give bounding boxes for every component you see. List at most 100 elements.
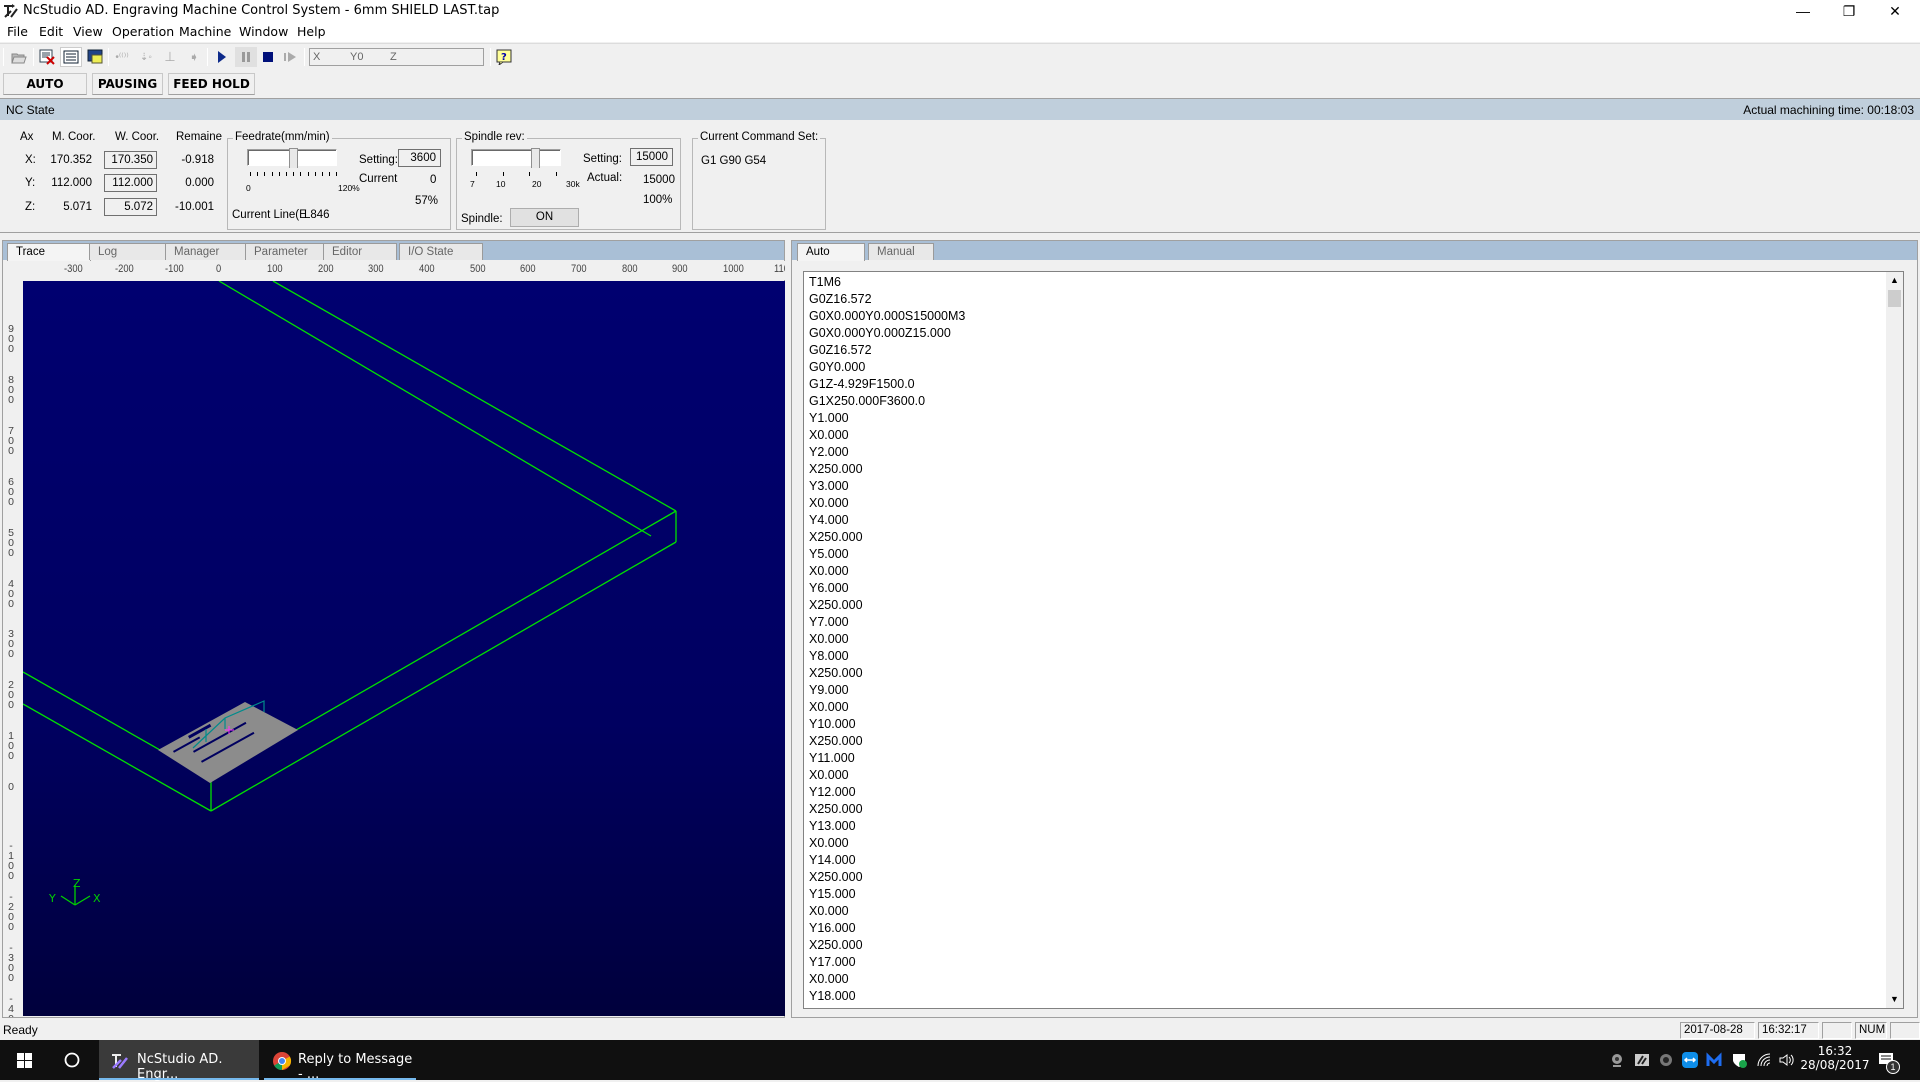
gcode-line[interactable]: Y16.000 (809, 920, 856, 937)
gcode-line[interactable]: G0Z16.572 (809, 291, 872, 308)
gcode-line[interactable]: X250.000 (809, 597, 863, 614)
teamviewer-icon[interactable] (1682, 1052, 1698, 1068)
tab-auto[interactable]: Auto (797, 243, 865, 261)
graphics-icon[interactable] (1634, 1052, 1650, 1068)
tab-log[interactable]: Log (89, 243, 169, 260)
gcode-list[interactable]: T1M6 G0Z16.572 G0X0.000Y0.000S15000M3 G0X0.… (803, 271, 1904, 1009)
breakpoint-resume-button[interactable]: ➧ (183, 47, 205, 67)
gcode-line[interactable]: X0.000 (809, 631, 849, 648)
menu-help[interactable]: Help (297, 24, 326, 39)
jog-button[interactable]: ⇣◦ (135, 47, 157, 67)
gcode-line[interactable]: Y12.000 (809, 784, 856, 801)
gcode-line[interactable]: X250.000 (809, 529, 863, 546)
start-button[interactable] (0, 1040, 48, 1080)
windows-defender-icon[interactable] (1731, 1052, 1747, 1068)
open-file-button[interactable] (8, 47, 30, 67)
tab-io-state[interactable]: I/O State (399, 243, 483, 260)
gcode-line[interactable]: Y4.000 (809, 512, 849, 529)
gcode-scrollbar[interactable]: ▲ ▼ (1886, 272, 1903, 1008)
restore-button[interactable]: ❐ (1826, 0, 1872, 22)
work-coord-y[interactable]: 112.000 (104, 174, 157, 192)
gcode-line[interactable]: X0.000 (809, 835, 849, 852)
view-list-button[interactable] (60, 47, 82, 67)
gcode-line[interactable]: Y14.000 (809, 852, 856, 869)
spindle-setting-input[interactable]: 15000 (630, 148, 673, 166)
speaker-device-icon[interactable] (1658, 1052, 1674, 1068)
spindle-slider-thumb[interactable] (531, 148, 540, 168)
gcode-line[interactable]: Y6.000 (809, 580, 849, 597)
gcode-line[interactable]: X250.000 (809, 869, 863, 886)
gcode-line[interactable]: X250.000 (809, 1005, 863, 1008)
feedrate-slider-thumb[interactable] (289, 148, 299, 168)
gcode-line[interactable]: G0Z16.572 (809, 342, 872, 359)
help-button[interactable]: ? (493, 47, 515, 67)
close-button[interactable]: ✕ (1872, 0, 1918, 22)
menu-edit[interactable]: Edit (39, 24, 63, 39)
gcode-line[interactable]: G1Z-4.929F1500.0 (809, 376, 915, 393)
gcode-line[interactable]: X250.000 (809, 665, 863, 682)
work-coord-z[interactable]: 5.072 (104, 198, 157, 216)
stop-button[interactable] (257, 47, 279, 67)
malwarebytes-icon[interactable] (1706, 1052, 1722, 1068)
gcode-line[interactable]: Y11.000 (809, 750, 855, 767)
gcode-line[interactable]: Y2.000 (809, 444, 849, 461)
gcode-line[interactable]: Y15.000 (809, 886, 856, 903)
volume-icon[interactable] (1778, 1052, 1794, 1068)
gcode-line[interactable]: X0.000 (809, 767, 849, 784)
gcode-line[interactable]: X250.000 (809, 937, 863, 954)
action-center-button[interactable]: 1 (1876, 1050, 1900, 1074)
gcode-line[interactable]: Y8.000 (809, 648, 849, 665)
start-button[interactable] (211, 47, 233, 67)
gcode-line[interactable]: Y7.000 (809, 614, 849, 631)
gcode-line[interactable]: G1X250.000F3600.0 (809, 393, 925, 410)
close-file-button[interactable] (36, 47, 58, 67)
scroll-down-arrow-icon[interactable]: ▼ (1886, 991, 1903, 1008)
tab-editor[interactable]: Editor (323, 243, 397, 260)
pause-button[interactable] (235, 47, 257, 67)
spindle-on-button[interactable]: ON (510, 208, 579, 227)
gcode-line[interactable]: X0.000 (809, 903, 849, 920)
scroll-up-arrow-icon[interactable]: ▲ (1886, 272, 1903, 289)
gcode-line[interactable]: Y17.000 (809, 954, 856, 971)
tab-trace[interactable]: Trace (7, 243, 91, 261)
gcode-line[interactable]: Y13.000 (809, 818, 856, 835)
gcode-line[interactable]: Y5.000 (809, 546, 849, 563)
gcode-line[interactable]: X0.000 (809, 427, 849, 444)
gcode-line[interactable]: X0.000 (809, 971, 849, 988)
gcode-line[interactable]: G0X0.000Y0.000S15000M3 (809, 308, 965, 325)
menu-operation[interactable]: Operation (112, 24, 174, 39)
gcode-line[interactable]: Y1.000 (809, 410, 849, 427)
advanced-start-button[interactable] (279, 47, 301, 67)
spindle-slider[interactable] (471, 149, 561, 166)
gcode-line[interactable]: G0Y0.000 (809, 359, 865, 376)
tab-parameter[interactable]: Parameter (245, 243, 329, 260)
menu-view[interactable]: View (73, 24, 103, 39)
work-coord-x[interactable]: 170.350 (104, 151, 157, 169)
gcode-line[interactable]: X0.000 (809, 699, 849, 716)
gcode-line[interactable]: X250.000 (809, 801, 863, 818)
gcode-line[interactable]: Y18.000 (809, 988, 856, 1005)
minimize-button[interactable]: — (1780, 0, 1826, 22)
handwheel-button[interactable]: •⁽⁽⁾⁾ (111, 47, 133, 67)
menu-machine[interactable]: Machine (179, 24, 231, 39)
wifi-icon[interactable] (1756, 1052, 1772, 1068)
system-clock[interactable]: 16:32 28/08/2017 (1800, 1044, 1870, 1072)
taskbar-item-chrome[interactable]: Reply to Message - ... (264, 1040, 416, 1082)
gcode-line[interactable]: Y9.000 (809, 682, 849, 699)
taskbar-item-ncstudio[interactable]: NcStudio AD. Engr... (99, 1040, 259, 1082)
machining-info-button[interactable] (84, 47, 106, 67)
cortana-button[interactable] (48, 1040, 96, 1080)
gcode-line[interactable]: X0.000 (809, 563, 849, 580)
gcode-line[interactable]: T1M6 (809, 274, 841, 291)
webcam-icon[interactable] (1609, 1052, 1625, 1068)
tab-manager[interactable]: Manager (165, 243, 251, 260)
menu-window[interactable]: Window (239, 24, 288, 39)
gcode-line[interactable]: X250.000 (809, 733, 863, 750)
menu-file[interactable]: File (7, 24, 28, 39)
gcode-line[interactable]: X250.000 (809, 461, 863, 478)
trace-canvas[interactable]: Z Y X (22, 280, 785, 1016)
gcode-line[interactable]: Y3.000 (809, 478, 849, 495)
feedrate-setting-input[interactable]: 3600 (398, 149, 441, 167)
gcode-line[interactable]: Y10.000 (809, 716, 856, 733)
tab-manual[interactable]: Manual (868, 243, 934, 260)
